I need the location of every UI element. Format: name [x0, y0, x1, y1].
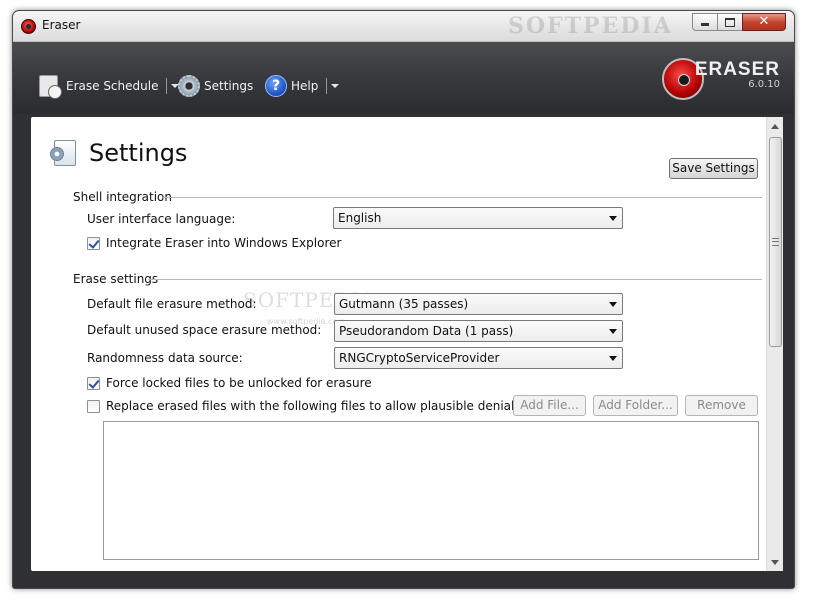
randomness-source-label: Randomness data source:	[87, 351, 243, 365]
softpedia-watermark: SOFTPEDIA	[508, 13, 673, 39]
grip-icon	[772, 238, 779, 246]
caption-buttons: ✕	[692, 13, 786, 31]
scroll-up-icon[interactable]	[771, 124, 779, 129]
erase-schedule-button[interactable]: Erase Schedule	[39, 72, 180, 100]
scrollbar-thumb[interactable]	[769, 137, 782, 347]
unused-space-method-value: Pseudorandom Data (1 pass)	[339, 324, 514, 338]
close-icon: ✕	[758, 14, 770, 29]
scroll-down-icon[interactable]	[771, 560, 779, 565]
brand: ERASER 6.0.10	[695, 59, 780, 90]
chevron-down-icon	[609, 356, 617, 361]
replace-files-label: Replace erased files with the following …	[106, 399, 541, 413]
force-unlock-checkbox[interactable]	[87, 377, 100, 390]
remove-button[interactable]: Remove	[685, 395, 758, 416]
add-file-button[interactable]: Add File...	[513, 395, 586, 416]
randomness-source-value: RNGCryptoServiceProvider	[339, 351, 500, 365]
settings-page-icon	[50, 140, 76, 166]
help-button[interactable]: ? Help	[265, 72, 340, 100]
chevron-down-icon	[609, 302, 617, 307]
vertical-scrollbar[interactable]	[766, 117, 783, 571]
window-title: Eraser	[42, 18, 81, 32]
file-erasure-method-value: Gutmann (35 passes)	[339, 297, 469, 311]
file-erasure-method-select[interactable]: Gutmann (35 passes)	[334, 293, 623, 315]
file-erasure-method-label: Default file erasure method:	[87, 297, 257, 311]
unused-space-method-select[interactable]: Pseudorandom Data (1 pass)	[334, 320, 623, 342]
erase-settings-heading: Erase settings	[73, 272, 159, 286]
unused-space-method-label: Default unused space erasure method:	[87, 323, 322, 337]
randomness-source-select[interactable]: RNGCryptoServiceProvider	[334, 347, 623, 369]
shell-integration-heading: Shell integration	[73, 190, 173, 204]
group-divider	[163, 197, 762, 198]
toolbar: Erase Schedule Settings ? Help ERASER 6.…	[13, 42, 794, 114]
integrate-explorer-label: Integrate Eraser into Windows Explorer	[106, 236, 342, 250]
plausible-deniability-file-list[interactable]	[103, 421, 759, 560]
eraser-window: Eraser SOFTPEDIA ✕ Erase Schedule Settin…	[12, 10, 795, 589]
ui-language-label: User interface language:	[87, 212, 236, 226]
help-dropdown-icon[interactable]	[331, 84, 340, 88]
eraser-app-icon[interactable]	[21, 19, 36, 34]
maximize-icon	[725, 18, 735, 27]
integrate-explorer-checkbox[interactable]	[87, 237, 100, 250]
maximize-button[interactable]	[717, 13, 742, 31]
force-unlock-label: Force locked files to be unlocked for er…	[106, 376, 372, 390]
toolbar-separator	[166, 78, 168, 94]
save-settings-button[interactable]: Save Settings	[669, 158, 758, 179]
chevron-down-icon	[609, 329, 617, 334]
schedule-icon	[39, 75, 62, 99]
toolbar-separator	[326, 78, 328, 94]
brand-name: ERASER	[694, 59, 780, 80]
title-bar[interactable]: Eraser SOFTPEDIA ✕	[13, 11, 794, 42]
settings-label: Settings	[204, 79, 254, 93]
help-label: Help	[291, 79, 319, 93]
minimize-button[interactable]	[692, 13, 717, 31]
replace-files-checkbox[interactable]	[87, 400, 100, 413]
page-title: Settings	[89, 139, 188, 167]
help-icon: ?	[265, 75, 287, 97]
settings-panel: Settings Save Settings Shell integration…	[31, 117, 783, 571]
close-button[interactable]: ✕	[742, 13, 786, 31]
ui-language-select[interactable]: English	[333, 207, 623, 229]
settings-button[interactable]: Settings	[178, 72, 253, 100]
minimize-icon	[701, 23, 709, 26]
chevron-down-icon	[609, 216, 617, 221]
ui-language-value: English	[338, 211, 382, 225]
add-folder-button[interactable]: Add Folder...	[593, 395, 678, 416]
erase-schedule-label: Erase Schedule	[66, 79, 159, 93]
settings-gear-icon	[178, 75, 200, 97]
group-divider	[148, 279, 762, 280]
